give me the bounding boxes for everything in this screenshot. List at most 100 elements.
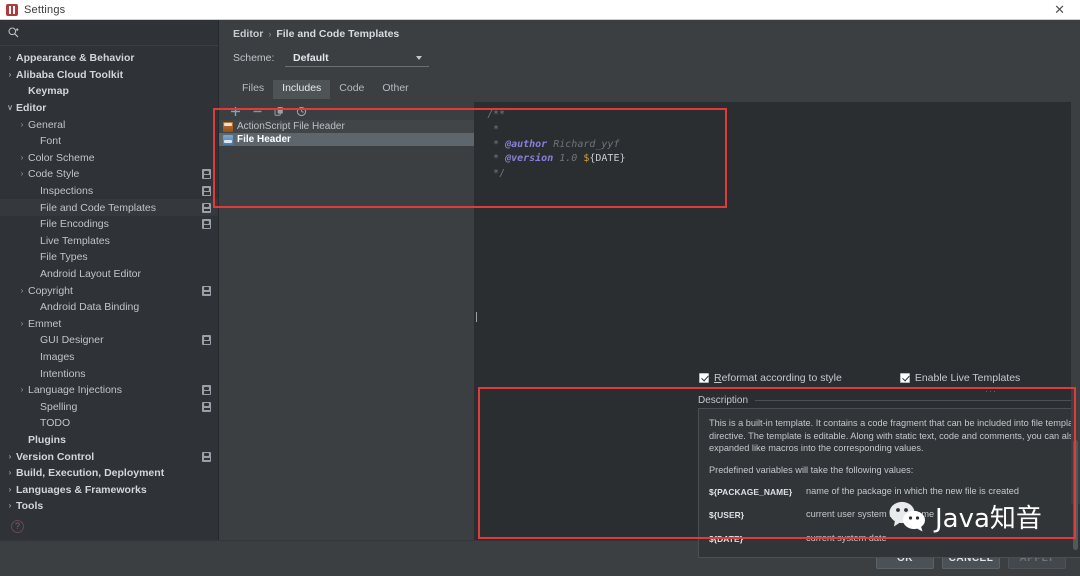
tab-files[interactable]: Files [233,80,273,99]
dialog-body: ›Appearance & Behavior›Alibaba Cloud Too… [0,20,1080,540]
chevron-right-icon[interactable]: › [4,486,16,494]
code-line: * [487,123,1080,138]
sidebar-item-todo[interactable]: TODO [0,415,218,432]
code-token: 1.0 [553,153,583,164]
variable-description: name of the package in which the new fil… [806,485,1080,508]
chevron-right-icon[interactable]: › [16,320,28,328]
settings-tree[interactable]: ›Appearance & Behavior›Alibaba Cloud Too… [0,46,218,512]
project-scope-icon [202,452,211,462]
main-scrollbar-thumb[interactable] [1073,440,1078,550]
close-icon[interactable]: ✕ [1049,1,1070,18]
code-line: */ [487,167,1080,182]
sidebar-item-version-control[interactable]: ›Version Control [0,448,218,465]
scheme-select[interactable]: Default [285,50,429,67]
sidebar-item-spelling[interactable]: Spelling [0,398,218,415]
sidebar-item-code-style[interactable]: ›Code Style [0,166,218,183]
code-line: * @author Richard_yyf [487,138,1080,153]
template-list[interactable]: ActionScript File HeaderFile Header [219,120,474,540]
sidebar-item-font[interactable]: Font [0,133,218,150]
sidebar-item-label: File and Code Templates [40,202,202,214]
template-options: Reformat according to style Enable Live T… [699,372,1020,384]
chevron-right-icon[interactable]: › [16,154,28,162]
template-tabs[interactable]: FilesIncludesCodeOther [233,79,1080,99]
checkbox-enable-live-templates[interactable]: Enable Live Templates [900,372,1020,384]
chevron-right-icon[interactable]: › [16,287,28,295]
sidebar-item-keymap[interactable]: Keymap [0,83,218,100]
intellij-idea-icon [6,4,18,16]
description-divider [755,400,1080,401]
sidebar-item-file-encodings[interactable]: File Encodings [0,216,218,233]
tab-code[interactable]: Code [330,80,373,99]
code-token: * [487,124,499,135]
sidebar-item-label: Editor [16,102,218,114]
sidebar-item-label: Plugins [28,434,218,446]
chevron-down-icon[interactable]: ∨ [4,104,16,112]
sidebar-item-file-types[interactable]: File Types [0,249,218,266]
search-row[interactable] [0,20,218,46]
tab-other[interactable]: Other [373,80,417,99]
code-token: {DATE} [589,153,625,164]
chevron-right-icon[interactable]: › [4,469,16,477]
list-item-label: ActionScript File Header [237,121,345,132]
chevron-right-icon[interactable]: › [4,453,16,461]
sidebar-item-label: Keymap [28,85,218,97]
chevron-right-icon[interactable]: › [4,71,16,79]
sidebar-item-color-scheme[interactable]: ›Color Scheme [0,150,218,167]
sidebar-item-editor[interactable]: ∨Editor [0,100,218,117]
sidebar-item-file-and-code-templates[interactable]: File and Code Templates [0,199,218,216]
revert-icon[interactable] [295,105,307,117]
sidebar-item-inspections[interactable]: Inspections [0,183,218,200]
sidebar-item-label: Copyright [28,285,202,297]
sidebar-item-languages-frameworks[interactable]: ›Languages & Frameworks [0,481,218,498]
sidebar-item-android-layout-editor[interactable]: Android Layout Editor [0,266,218,283]
sidebar-item-label: Android Data Binding [40,301,218,313]
sidebar-item-appearance-behavior[interactable]: ›Appearance & Behavior [0,50,218,67]
sidebar-item-general[interactable]: ›General [0,116,218,133]
table-row: ${PACKAGE_NAME}name of the package in wh… [709,485,1080,508]
sidebar-item-label: Languages & Frameworks [16,484,218,496]
template-code[interactable]: /** * * @author Richard_yyf * @version 1… [475,102,1080,182]
sidebar-item-images[interactable]: Images [0,349,218,366]
settings-dialog: Settings ✕ ›Appearance & Behavior›Alibab… [0,0,1080,576]
sidebar-item-live-templates[interactable]: Live Templates [0,233,218,250]
table-row: ${DATE}current system date [709,532,1080,555]
description-text-a: This is a built-in template. It contains… [709,418,1080,428]
description-box: This is a built-in template. It contains… [698,408,1080,558]
breadcrumb-parent[interactable]: Editor [233,28,263,40]
chevron-right-icon[interactable]: › [4,502,16,510]
sidebar-item-alibaba-cloud-toolkit[interactable]: ›Alibaba Cloud Toolkit [0,67,218,84]
sidebar-item-language-injections[interactable]: ›Language Injections [0,382,218,399]
sidebar-item-tools[interactable]: ›Tools [0,498,218,512]
sidebar-item-emmet[interactable]: ›Emmet [0,316,218,333]
chevron-right-icon[interactable]: › [4,54,16,62]
sidebar-item-build-execution-deployment[interactable]: ›Build, Execution, Deployment [0,465,218,482]
copy-icon[interactable] [273,105,285,117]
checkbox-box[interactable] [699,373,709,383]
template-list-pane: ActionScript File HeaderFile Header [219,102,475,540]
file-header-icon [223,135,233,145]
add-icon[interactable] [229,105,241,117]
sidebar-item-label: Alibaba Cloud Toolkit [16,69,218,81]
chevron-down-icon [416,56,422,60]
chevron-right-icon[interactable]: › [16,386,28,394]
checkbox-box[interactable] [900,373,910,383]
chevron-right-icon[interactable]: › [16,170,28,178]
tab-includes[interactable]: Includes [273,80,330,99]
sidebar-item-label: Spelling [40,401,202,413]
sidebar-item-label: Intentions [40,368,218,380]
sidebar-item-label: Version Control [16,451,202,463]
sidebar-item-intentions[interactable]: Intentions [0,365,218,382]
sidebar-item-android-data-binding[interactable]: Android Data Binding [0,299,218,316]
editor-caret [476,312,477,322]
chevron-right-icon[interactable]: › [16,121,28,129]
sidebar-item-plugins[interactable]: Plugins [0,432,218,449]
checkbox-reformat-according-to-style[interactable]: Reformat according to style [699,372,842,384]
remove-icon[interactable] [251,105,263,117]
help-question-icon[interactable]: ? [11,520,24,533]
sidebar-item-gui-designer[interactable]: GUI Designer [0,332,218,349]
main-scrollbar[interactable] [1071,40,1080,504]
sidebar-item-copyright[interactable]: ›Copyright [0,282,218,299]
list-item[interactable]: File Header [219,133,474,146]
list-item[interactable]: ActionScript File Header [219,120,474,133]
search-input[interactable] [24,27,210,39]
